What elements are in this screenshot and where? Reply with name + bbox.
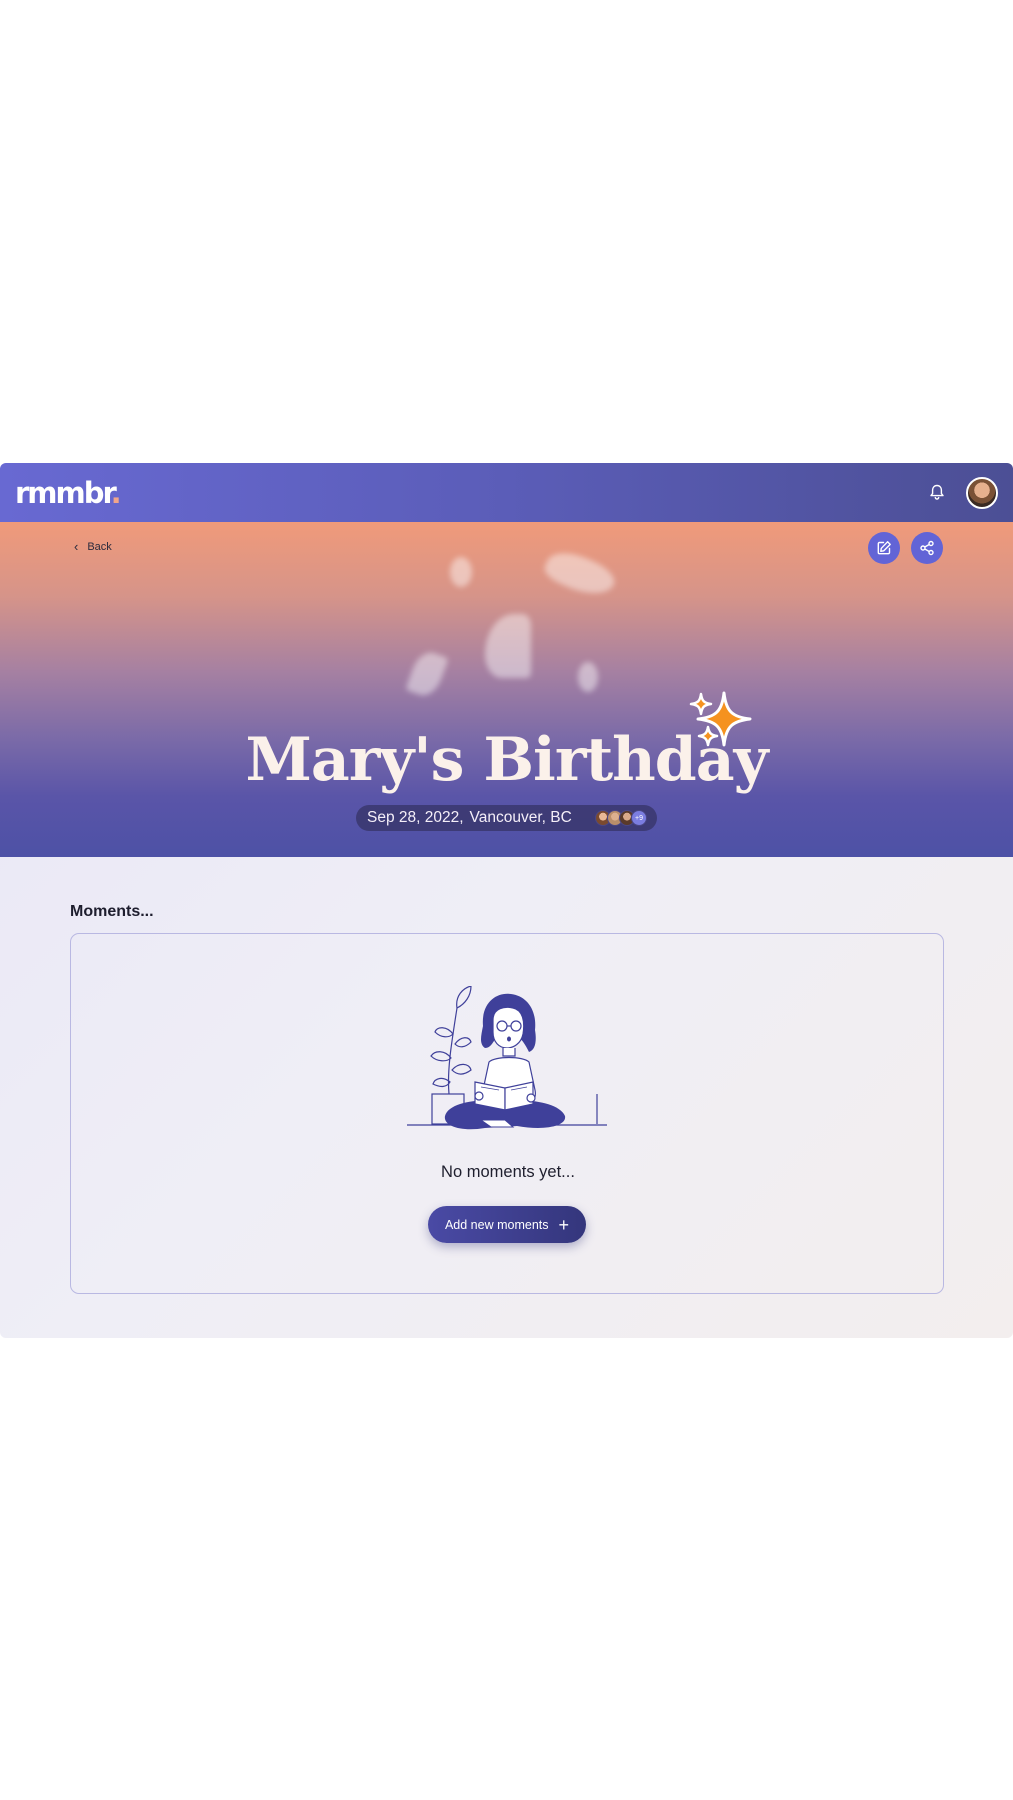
- logo[interactable]: rmmbr.: [15, 475, 122, 510]
- confetti-decoration: [578, 662, 598, 692]
- share-button[interactable]: [911, 532, 943, 564]
- moments-section-label: Moments...: [70, 903, 154, 920]
- sparkle-icon: [689, 691, 752, 747]
- reading-person-illustration: [407, 986, 607, 1130]
- confetti-decoration: [485, 614, 531, 678]
- event-location: Vancouver, BC: [469, 809, 572, 826]
- plus-icon: +: [558, 1214, 570, 1235]
- chevron-left-icon: ‹: [74, 539, 79, 554]
- top-nav-bar: rmmbr.: [0, 463, 1013, 522]
- user-avatar[interactable]: [966, 476, 998, 509]
- event-title: Mary's Birthday: [245, 725, 769, 795]
- event-page: rmmbr. ‹ Back Mary's Birthday Sep 28, 20…: [0, 463, 1013, 1338]
- back-button[interactable]: ‹ Back: [74, 539, 112, 554]
- moments-empty-state: No moments yet... Add new moments +: [70, 933, 944, 1294]
- empty-state-text: No moments yet...: [441, 1163, 575, 1181]
- logo-dot: .: [110, 475, 122, 510]
- more-participants-badge: +9: [631, 810, 647, 826]
- confetti-decoration: [450, 557, 472, 587]
- logo-text: rmmbr: [15, 475, 113, 510]
- edit-icon: [877, 541, 891, 555]
- event-hero: ‹ Back Mary's Birthday Sep 28, 2022, Van…: [0, 522, 1013, 857]
- edit-button[interactable]: [868, 532, 900, 564]
- event-date: Sep 28, 2022,: [367, 809, 464, 826]
- hero-actions: [868, 532, 943, 564]
- confetti-decoration: [541, 543, 619, 605]
- event-meta-pill: Sep 28, 2022, Vancouver, BC +9: [356, 805, 657, 831]
- back-label: Back: [87, 540, 112, 553]
- top-nav-actions: [926, 476, 998, 509]
- participants-avatars[interactable]: +9: [595, 810, 647, 826]
- share-icon: [920, 540, 934, 556]
- add-new-moments-button[interactable]: Add new moments +: [428, 1206, 586, 1243]
- confetti-decoration: [405, 648, 449, 700]
- bell-icon[interactable]: [926, 482, 948, 504]
- add-new-moments-label: Add new moments: [444, 1217, 549, 1232]
